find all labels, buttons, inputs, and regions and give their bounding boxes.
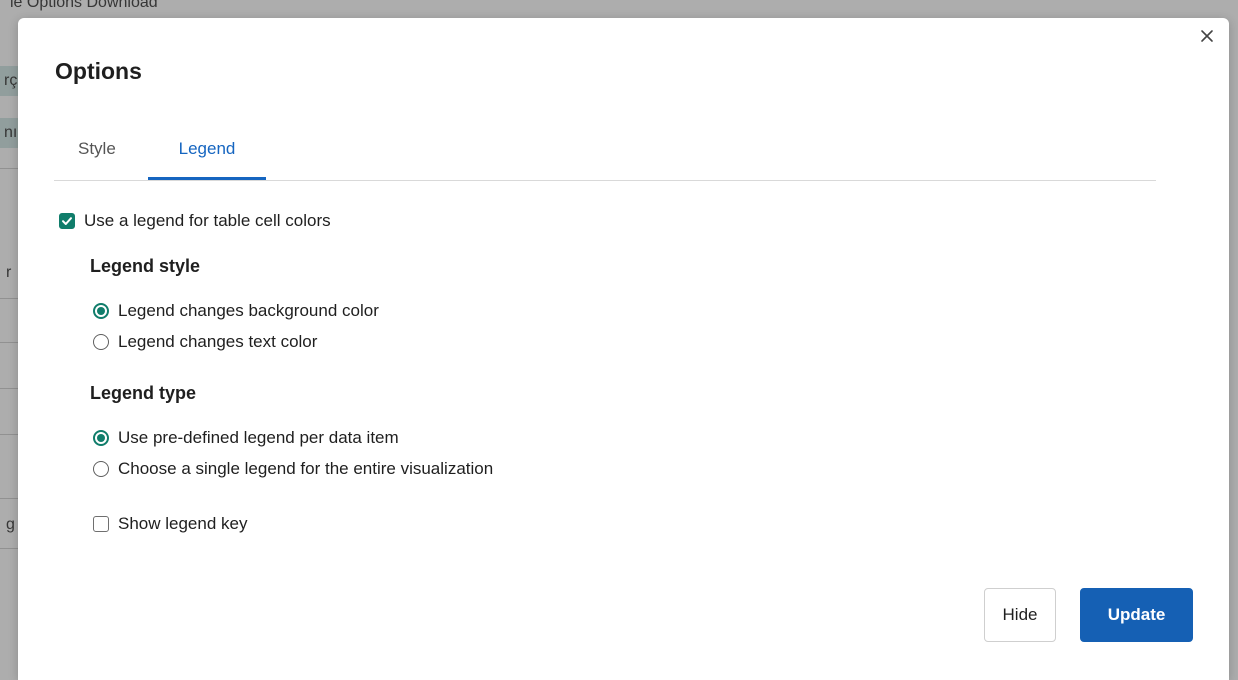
- tab-style[interactable]: Style: [54, 128, 160, 180]
- legend-type-heading: Legend type: [90, 383, 197, 403]
- show-legend-key-label: Show legend key: [118, 514, 248, 533]
- radio-label: Choose a single legend for the entire vi…: [118, 459, 494, 478]
- use-legend-label: Use a legend for table cell colors: [84, 211, 331, 230]
- radio-single-legend[interactable]: [93, 461, 109, 477]
- legend-type-option[interactable]: Choose a single legend for the entire vi…: [93, 459, 493, 479]
- check-icon: [62, 217, 72, 225]
- radio-label: Use pre-defined legend per data item: [118, 428, 399, 447]
- legend-style-option[interactable]: Legend changes text color: [93, 332, 317, 352]
- show-legend-key-row[interactable]: Show legend key: [93, 514, 247, 534]
- legend-type-option[interactable]: Use pre-defined legend per data item: [93, 428, 399, 448]
- close-button[interactable]: [1197, 26, 1217, 46]
- use-legend-row[interactable]: Use a legend for table cell colors: [59, 211, 331, 231]
- legend-style-heading: Legend style: [90, 256, 201, 276]
- radio-background-color[interactable]: [93, 303, 109, 319]
- hide-button[interactable]: Hide: [984, 588, 1056, 642]
- show-legend-key-checkbox[interactable]: [93, 516, 109, 532]
- close-icon: [1201, 30, 1213, 42]
- use-legend-checkbox[interactable]: [59, 213, 75, 229]
- dialog-title: Options: [55, 58, 142, 84]
- radio-text-color[interactable]: [93, 334, 109, 350]
- options-tabs: Style Legend: [54, 128, 1156, 181]
- radio-label: Legend changes background color: [118, 301, 379, 320]
- radio-predefined-legend[interactable]: [93, 430, 109, 446]
- update-button[interactable]: Update: [1080, 588, 1193, 642]
- tab-legend[interactable]: Legend: [148, 128, 266, 180]
- radio-label: Legend changes text color: [118, 332, 318, 351]
- legend-style-option[interactable]: Legend changes background color: [93, 301, 379, 321]
- options-dialog: Options Style Legend Use a legend for ta…: [18, 18, 1229, 680]
